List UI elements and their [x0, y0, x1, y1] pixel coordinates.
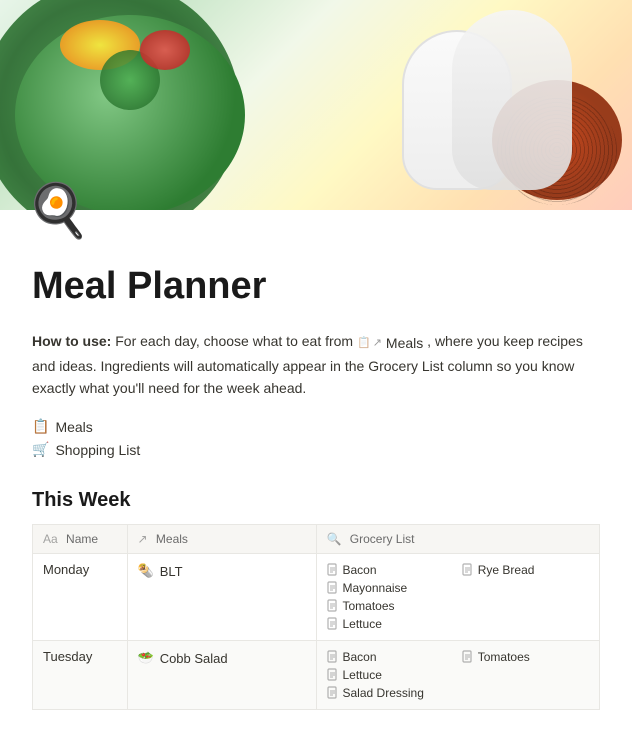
meal-table: Aa Name ↗ Meals 🔍 Grocery List Monday 🌯 BL…: [32, 524, 600, 710]
day-cell: Monday: [33, 554, 128, 641]
meal-item[interactable]: 🌯 BLT: [138, 562, 306, 580]
meals-inline-ref: 📋 ↗ Meals: [357, 332, 423, 354]
meals-inline-link[interactable]: Meals: [386, 332, 423, 354]
day-cell: Tuesday: [33, 641, 128, 710]
how-to-use-text: How to use: For each day, choose what to…: [32, 330, 600, 400]
grocery-item: Lettuce: [327, 667, 454, 683]
grocery-item: Bacon: [327, 649, 454, 665]
this-week-title: This Week: [32, 489, 600, 512]
meal-emoji: 🥗: [138, 650, 154, 666]
file-icon: [327, 617, 339, 631]
th-meals-icon: ↗: [138, 532, 148, 546]
page-title: Meal Planner: [32, 264, 600, 310]
file-icon: [327, 563, 339, 577]
grocery-item: Lettuce: [327, 616, 454, 632]
grocery-item: Mayonnaise: [327, 580, 454, 596]
meals-nav-label: Meals: [55, 419, 92, 435]
file-icon: [327, 668, 339, 682]
grocery-item: Salad Dressing: [327, 685, 454, 701]
meals-nav-item[interactable]: 📋 Meals: [32, 415, 600, 438]
file-icon: [462, 563, 474, 577]
page-icon: 🍳: [24, 176, 92, 244]
th-grocery-icon: 🔍: [327, 532, 342, 546]
table-row: Tuesday 🥗 Cobb Salad Bacon Tomatoes Lettuce Sa…: [33, 641, 600, 710]
meal-emoji: 🌯: [138, 563, 154, 579]
shopping-nav-label: Shopping List: [55, 442, 140, 458]
th-grocery: 🔍 Grocery List: [316, 525, 600, 554]
meal-cell: 🌯 BLT: [127, 554, 316, 641]
file-icon: [327, 650, 339, 664]
grocery-item: Tomatoes: [327, 598, 454, 614]
file-icon: [327, 686, 339, 700]
file-icon: [327, 599, 339, 613]
grocery-item: Tomatoes: [462, 649, 589, 665]
shopping-nav-icon: 🛒: [32, 441, 49, 458]
shopping-nav-item[interactable]: 🛒 Shopping List: [32, 438, 600, 461]
grocery-cell: Bacon Rye Bread Mayonnaise Tomatoes Lettuce: [316, 554, 600, 641]
hero-banner: [0, 0, 632, 210]
table-row: Monday 🌯 BLT Bacon Rye Bread Mayonnaise Tomato…: [33, 554, 600, 641]
file-icon: [327, 581, 339, 595]
meal-cell: 🥗 Cobb Salad: [127, 641, 316, 710]
th-meals: ↗ Meals: [127, 525, 316, 554]
grocery-cell: Bacon Tomatoes Lettuce Salad Dressing: [316, 641, 600, 710]
meal-name: BLT: [160, 564, 183, 579]
file-icon: [462, 650, 474, 664]
meal-name: Cobb Salad: [160, 651, 228, 666]
grocery-item: Rye Bread: [462, 562, 589, 578]
th-name: Aa Name: [33, 525, 128, 554]
table-header-row: Aa Name ↗ Meals 🔍 Grocery List: [33, 525, 600, 554]
grocery-item: Bacon: [327, 562, 454, 578]
meals-nav-icon: 📋: [32, 418, 49, 435]
th-name-icon: Aa: [43, 532, 58, 546]
nav-links: 📋 Meals 🛒 Shopping List: [32, 415, 600, 461]
meal-item[interactable]: 🥗 Cobb Salad: [138, 649, 306, 667]
